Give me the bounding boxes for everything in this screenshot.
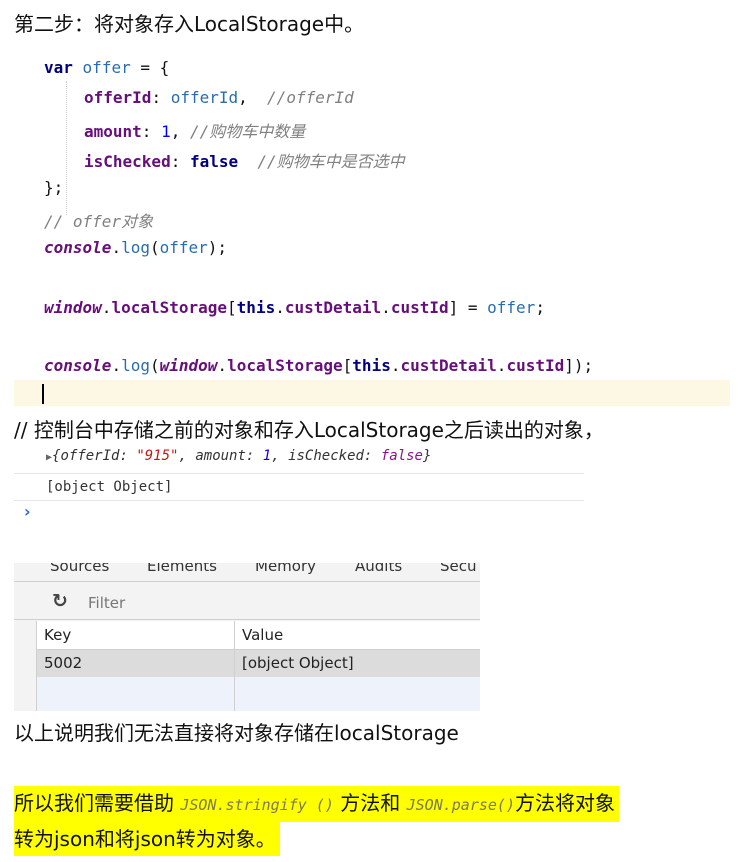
refresh-icon[interactable]: ↻ <box>52 590 68 612</box>
heading-step2: 第二步：将对象存入LocalStorage中。 <box>14 12 365 36</box>
code-line-8: window.localStorage[this.custDetail.cust… <box>44 298 545 317</box>
column-value[interactable]: Value <box>242 626 283 644</box>
row-value: [object Object] <box>242 654 354 672</box>
highlight-paragraph: 所以我们需要借助 JSON.stringify () 方法和 JSON.pars… <box>14 786 619 856</box>
code-block: var offer = { offerId: offerId, //offerI… <box>14 50 730 406</box>
console-line-object[interactable]: ▶{offerId: "915", amount: 1, isChecked: … <box>46 448 431 464</box>
code-line-3: amount: 1, //购物车中数量 <box>84 122 306 141</box>
console-prompt-icon[interactable]: › <box>24 502 31 521</box>
cursor-line <box>14 380 730 406</box>
heading-console: // 控制台中存储之前的对象和存入LocalStorage之后读出的对象， <box>14 418 604 442</box>
tab-sources[interactable]: Sources <box>50 563 109 575</box>
conclusion-text: 以上说明我们无法直接将对象存储在localStorage <box>14 721 459 745</box>
row-key: 5002 <box>44 654 83 672</box>
filter-input[interactable]: Filter <box>88 594 125 612</box>
table-header: Key Value <box>36 621 480 650</box>
console-panel: ▶{offerId: "915", amount: 1, isChecked: … <box>14 442 584 528</box>
storage-toolbar: ↻ Filter <box>14 587 480 620</box>
code-line-1: var offer = { <box>44 58 170 77</box>
highlight-line-2: 转为json和将json转为对象。 <box>14 822 280 856</box>
console-line-string: [object Object] <box>46 479 173 495</box>
storage-table: Key Value 5002 [object Object] <box>36 621 480 711</box>
tab-elements[interactable]: Elements <box>147 563 217 575</box>
code-line-2: offerId: offerId, //offerId <box>84 88 354 107</box>
code-line-4: isChecked: false //购物车中是否选中 <box>84 152 405 171</box>
code-line-5: }; <box>44 178 64 197</box>
tab-security[interactable]: Secu <box>440 563 477 575</box>
table-row[interactable]: 5002 [object Object] <box>36 650 480 677</box>
code-line-7: console.log(offer); <box>44 238 228 257</box>
column-key[interactable]: Key <box>44 626 71 644</box>
tab-memory[interactable]: Memory <box>255 563 316 575</box>
devtools-tabbar: Sources Elements Memory Audits Secu <box>14 563 480 582</box>
devtools-panel: Sources Elements Memory Audits Secu ↻ Fi… <box>14 563 480 711</box>
text-cursor <box>42 384 44 404</box>
empty-row[interactable] <box>36 677 480 711</box>
code-line-6: // offer对象 <box>44 212 154 231</box>
highlight-line-1: 所以我们需要借助 JSON.stringify () 方法和 JSON.pars… <box>14 786 619 822</box>
tab-audits[interactable]: Audits <box>355 563 402 575</box>
code-line-9: console.log(window.localStorage[this.cus… <box>44 356 594 375</box>
